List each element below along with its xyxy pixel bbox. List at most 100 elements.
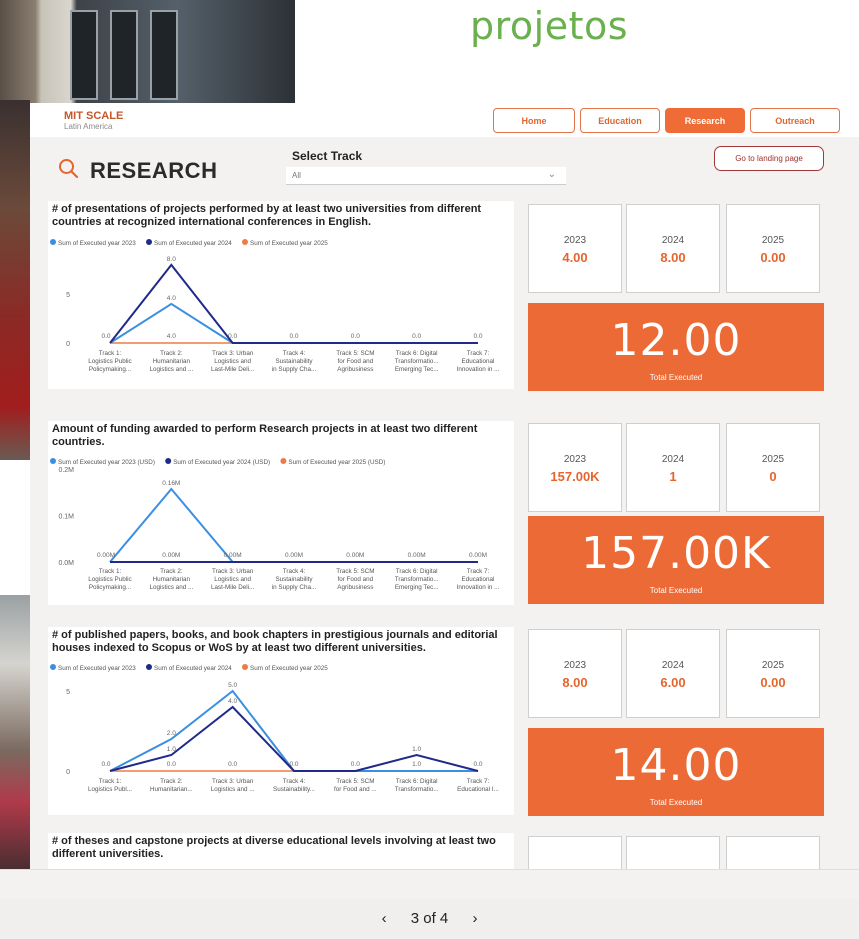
legend-marker — [50, 239, 56, 245]
year-box-2024: 2024 1 — [626, 423, 720, 512]
y-tick-label: 0.2M — [58, 467, 74, 474]
legend-marker — [280, 458, 287, 464]
chart-title: # of theses and capstone projects at div… — [52, 835, 496, 860]
previous-page-button[interactable]: ‹ — [382, 910, 387, 927]
x-tick-label: Track 4: — [283, 568, 306, 575]
year-box-2025: 2025 0 — [726, 423, 820, 512]
year-label: 2024 — [661, 235, 685, 246]
x-tick-label: Sustainability... — [273, 786, 315, 793]
page-navigator: ‹ 3 of 4 › — [0, 869, 859, 939]
x-tick-label: in Supply Cha... — [272, 584, 317, 591]
x-tick-label: Track 6: Digital — [396, 778, 438, 785]
brand-subtitle: Latin America — [64, 122, 113, 131]
data-label: 0.0 — [167, 761, 176, 768]
legend-marker — [50, 664, 56, 670]
year-label: 2023 — [563, 660, 587, 671]
data-label: 4.0 — [167, 333, 176, 340]
x-tick-label: Track 1: — [99, 350, 122, 357]
year-value: 8.00 — [562, 675, 588, 690]
x-tick-label: Educational — [462, 358, 495, 365]
data-label: 4.0 — [167, 295, 176, 302]
data-label: 0.00M — [97, 552, 115, 559]
x-tick-label: Humanitarian — [153, 358, 191, 365]
tab-home[interactable]: Home — [493, 108, 575, 133]
series-line — [109, 263, 478, 344]
y-tick-label: 0.1M — [58, 514, 74, 521]
x-tick-label: Track 6: Digital — [396, 350, 438, 357]
data-label: 8.0 — [167, 256, 176, 263]
tab-research[interactable]: Research — [665, 108, 745, 133]
select-track-label: Select Track — [292, 149, 363, 163]
y-tick-label: 0 — [66, 341, 70, 348]
landing-page-button[interactable]: Go to landing page — [714, 146, 824, 171]
total-value: 14.00 — [610, 740, 742, 791]
legend-entry: Sum of Executed year 2024 — [154, 665, 232, 672]
chart-plot: Sum of Executed year 2023 (USD) Sum of Ex… — [50, 458, 500, 591]
x-tick-label: Track 7: — [467, 568, 490, 575]
legend-entry: Sum of Executed year 2025 — [250, 665, 328, 672]
x-tick-label: Track 7: — [467, 778, 490, 785]
data-label: 0.00M — [162, 552, 180, 559]
x-tick-label: Track 3: Urban — [212, 778, 254, 785]
x-tick-label: Logistics and ... — [149, 584, 193, 591]
track-select[interactable]: All ⌄ — [286, 167, 566, 185]
x-tick-label: Track 2: — [160, 350, 183, 357]
x-tick-label: Track 5: SCM — [336, 778, 374, 785]
search-icon — [59, 159, 79, 179]
year-value: 0.00 — [760, 250, 786, 265]
x-tick-label: Innovation in ... — [457, 584, 500, 591]
x-tick-label: Logistics Public — [88, 358, 131, 365]
brand-name: MIT SCALE — [64, 110, 124, 122]
x-tick-label: Logistics Public — [88, 576, 131, 583]
legend-marker — [165, 458, 172, 464]
x-tick-label: for Food and — [337, 576, 373, 583]
legend-marker — [146, 239, 152, 245]
data-label: 1.0 — [412, 746, 421, 753]
total-executed-card: 157.00K Total Executed — [528, 516, 824, 604]
next-page-button[interactable]: › — [472, 910, 477, 927]
legend-marker — [242, 239, 248, 245]
data-label: 0.0 — [289, 333, 298, 340]
data-label: 5.0 — [228, 682, 237, 689]
tab-outreach[interactable]: Outreach — [750, 108, 840, 133]
x-tick-label: Track 2: — [160, 568, 183, 575]
total-value: 157.00K — [581, 528, 771, 579]
year-box-2025: 2025 0.00 — [726, 629, 820, 718]
legend-marker — [242, 664, 248, 670]
legend-marker — [146, 664, 152, 670]
x-tick-label: Track 6: Digital — [396, 568, 438, 575]
x-tick-label: Last-Mile Deli... — [211, 584, 255, 591]
x-tick-label: Track 1: — [99, 568, 122, 575]
chart-title: # of published papers, books, and book c… — [52, 629, 498, 654]
data-label: 0.0 — [473, 761, 482, 768]
total-label: Total Executed — [649, 586, 703, 595]
data-label: 1.0 — [167, 746, 176, 753]
page-title: RESEARCH — [90, 158, 218, 183]
legend-entry: Sum of Executed year 2024 — [154, 240, 232, 247]
chart-plot: Sum of Executed year 2023 Sum of Executed… — [50, 664, 499, 793]
data-label: 0.0 — [351, 761, 360, 768]
x-tick-label: Transformatio... — [395, 358, 439, 365]
chart-plot: Sum of Executed year 2023 Sum of Executed… — [50, 239, 500, 373]
tab-education[interactable]: Education — [580, 108, 660, 133]
data-label: 0.00M — [469, 552, 487, 559]
legend-entry: Sum of Executed year 2023 — [58, 665, 136, 672]
year-value: 157.00K — [550, 469, 600, 484]
x-tick-label: Agribusiness — [337, 366, 373, 373]
year-label: 2023 — [563, 235, 587, 246]
year-value: 6.00 — [660, 675, 686, 690]
data-label: 0.0 — [351, 333, 360, 340]
total-label: Total Executed — [649, 373, 703, 382]
year-label: 2024 — [661, 660, 685, 671]
legend-marker — [50, 458, 56, 464]
year-box-2025: 2025 0.00 — [726, 204, 820, 293]
brand-logo: MIT SCALE Latin America — [64, 110, 123, 131]
x-tick-label: Sustainability — [275, 576, 313, 583]
x-tick-label: Policymaking... — [89, 366, 132, 373]
x-tick-label: Logistics and — [214, 576, 251, 583]
y-tick-label: 5 — [66, 292, 70, 299]
x-tick-label: Last-Mile Deli... — [211, 366, 255, 373]
x-tick-label: Transformatio... — [395, 576, 439, 583]
line-chart-papers: Sum of Executed year 2023 Sum of Executed… — [50, 664, 499, 793]
x-tick-label: Emerging Tec... — [395, 366, 439, 373]
